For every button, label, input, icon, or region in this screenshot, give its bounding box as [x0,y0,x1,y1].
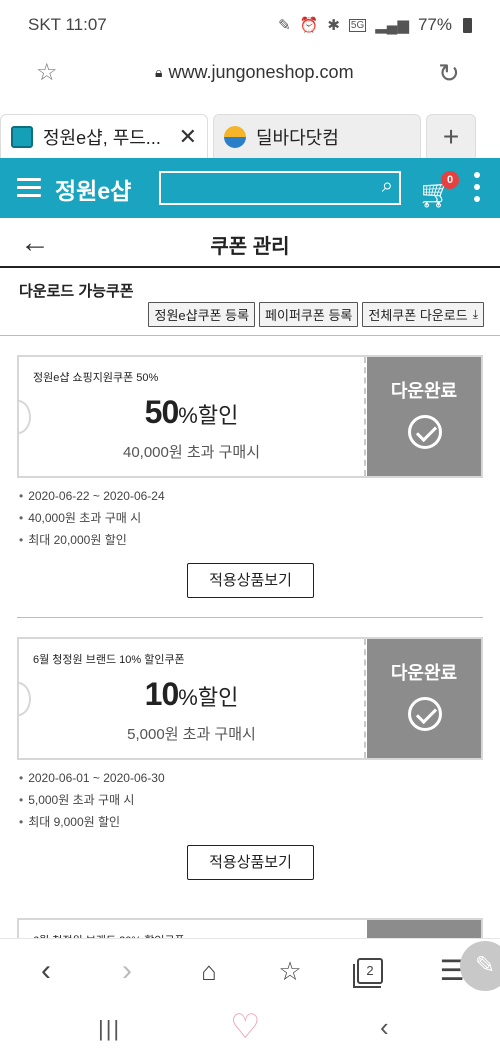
bluetooth-icon: ✱ [327,17,340,34]
download-icon: ⤓ [472,307,478,321]
download-status-pane: 다운완료 [367,639,481,758]
bookmark-star-icon[interactable]: ☆ [36,58,58,87]
browser-tab[interactable]: 딜바다닷컴 [213,114,421,158]
divider [17,617,483,618]
status-bar: SKT 11:07 ✎ ⏰ ✱ 5G ▂▄▆ 77% [0,0,500,50]
coupon-min-purchase: 5,000원 초과 구매 시 [19,789,165,811]
download-all-coupons-button[interactable]: 전체쿠폰 다운로드 ⤓ [362,302,484,327]
coupon-card: 정원e샵 쇼핑지원쿠폰 50% 50%할인 40,000원 초과 구매시 다운완… [17,355,483,478]
site-logo[interactable]: 정원e샵 [55,172,131,206]
browser-bottom-toolbar: ‹ › ⌂ ☆ 2 ☰ [0,938,500,1000]
bookmarks-icon[interactable]: ☆ [270,951,310,991]
coupon-period: 2020-06-01 ~ 2020-06-30 [19,767,164,789]
edit-icon: ✎ [278,17,291,34]
tab-title: 정원e샵, 푸드... [43,127,161,148]
check-circle-icon [408,697,442,731]
browser-tab-active[interactable]: 정원e샵, 푸드... ✕ [0,114,208,158]
tab-title: 딜바다닷컴 [256,127,339,148]
dashed-divider [364,357,366,476]
search-icon[interactable]: ⌕ [382,175,393,198]
download-status-pane: 다운완료 [367,357,481,476]
discount-rate: 10 [144,676,180,712]
view-applicable-products-button[interactable]: 적용상품보기 [187,845,314,880]
coupon-max-discount: 최대 9,000원 할인 [19,811,165,833]
battery-level: 77% [417,15,452,34]
close-icon[interactable]: ✕ [179,124,197,150]
5g-icon: 5G [348,18,367,32]
discount-unit: %할인 [178,685,239,710]
coupon-card: 6월 청정원 브랜드 10% 할인쿠폰 10%할인 5,000원 초과 구매시 … [17,637,483,760]
search-input[interactable]: ⌕ [159,171,401,205]
tab-strip: 정원e샵, 푸드... ✕ 딜바다닷컴 + [0,114,500,158]
register-paper-coupon-button[interactable]: 페이퍼쿠폰 등록 [259,302,359,327]
coupon-name: 정원e샵 쇼핑지원쿠폰 50% [33,372,159,384]
battery-icon [463,17,472,33]
coupon-condition: 5,000원 초과 구매시 [127,726,256,743]
coupon-max-discount: 최대 20,000원 할인 [19,529,165,551]
url-bar: ☆ 🔒︎ www.jungoneshop.com ↻ [0,50,500,100]
url-text: www.jungoneshop.com [168,62,354,82]
carrier-time: SKT 11:07 [28,15,107,34]
download-status: 다운완료 [390,381,458,401]
tabs-button[interactable]: 2 [353,958,383,988]
check-circle-icon [408,415,442,449]
menu-icon[interactable] [17,178,41,198]
home-heart-icon[interactable]: ♡ [230,1010,260,1044]
home-icon[interactable]: ⌂ [189,951,229,991]
coupon-min-purchase: 40,000원 초과 구매 시 [19,507,165,529]
site-header: 정원e샵 ⌕ 🛒︎ 0 [0,158,500,218]
coupon-details: 2020-06-01 ~ 2020-06-30 5,000원 초과 구매 시 최… [19,767,165,833]
recents-icon[interactable]: ||| [98,1016,121,1042]
sunrise-icon [224,125,246,148]
discount-unit: %할인 [178,403,239,428]
system-back-icon[interactable]: ‹ [380,1012,389,1043]
forward-icon[interactable]: › [107,951,147,991]
download-section: 다운로드 가능쿠폰 정원e샵쿠폰 등록 페이퍼쿠폰 등록 전체쿠폰 다운로드 ⤓ [0,268,500,336]
section-title: 다운로드 가능쿠폰 [19,283,134,300]
download-all-label: 전체쿠폰 다운로드 [368,308,468,323]
system-nav-bar: ||| ♡ ‹ [0,1000,500,1055]
cart-button[interactable]: 🛒︎ 0 [418,171,459,209]
reload-icon[interactable]: ↻ [438,58,460,89]
back-icon[interactable]: ‹ [26,951,66,991]
signal-icon: ▂▄▆ [375,17,409,34]
register-eshop-coupon-button[interactable]: 정원e샵쿠폰 등록 [148,302,256,327]
lock-icon: 🔒︎ [155,64,163,80]
new-tab-button[interactable]: + [426,114,476,158]
alarm-icon: ⏰ [299,17,319,34]
page-header: ← 쿠폰 관리 [0,218,500,268]
coupon-period: 2020-06-22 ~ 2020-06-24 [19,485,164,507]
dashed-divider [364,639,366,758]
coupon-name: 6월 청정원 브랜드 10% 할인쿠폰 [33,654,185,666]
coupon-discount: 50%할인 [19,394,364,431]
coupon-condition: 40,000원 초과 구매시 [122,444,260,461]
page-title: 쿠폰 관리 [210,236,290,258]
coupon-discount: 10%할인 [19,676,364,713]
more-options-icon[interactable] [474,172,480,208]
view-applicable-products-button[interactable]: 적용상품보기 [187,563,314,598]
cart-badge: 0 [441,171,459,189]
discount-rate: 50 [144,394,180,430]
status-icons: ✎ ⏰ ✱ 5G ▂▄▆ 77% [278,15,472,35]
shopping-bag-icon [11,125,33,148]
download-status: 다운완료 [390,663,458,683]
address-field[interactable]: 🔒︎ www.jungoneshop.com [155,62,354,83]
coupon-details: 2020-06-22 ~ 2020-06-24 40,000원 초과 구매 시 … [19,485,165,551]
